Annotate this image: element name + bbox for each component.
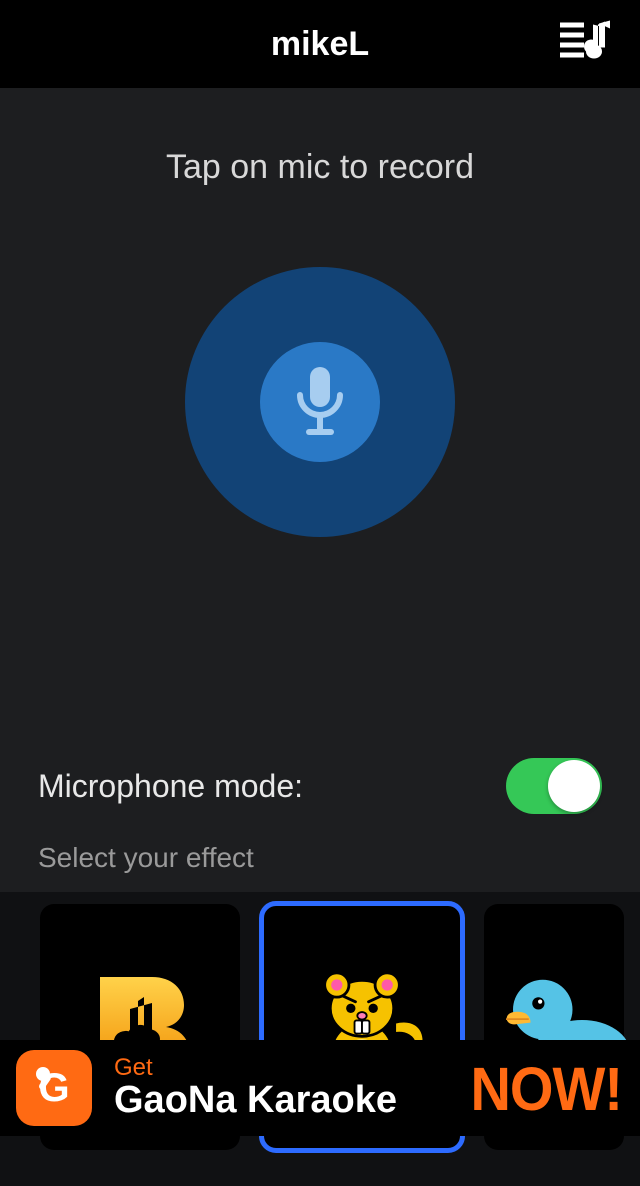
microphone-mode-label: Microphone mode: [38, 768, 303, 805]
toggle-knob [548, 760, 600, 812]
microphone-mode-toggle[interactable] [506, 758, 602, 814]
app-title: mikeL [271, 25, 369, 64]
record-instruction: Tap on mic to record [0, 148, 640, 187]
app-header: mikeL [0, 0, 640, 88]
microphone-icon [260, 342, 380, 462]
ad-text: Get GaoNa Karaoke [114, 1055, 397, 1120]
effects-strip[interactable]: Basic [0, 892, 640, 1186]
ad-app-icon: G [16, 1050, 92, 1126]
record-panel: Tap on mic to record [0, 88, 640, 748]
record-button[interactable] [185, 267, 455, 537]
select-effect-label: Select your effect [0, 842, 640, 874]
ad-app-name: GaoNa Karaoke [114, 1081, 397, 1121]
footer-ad-banner[interactable]: G Get GaoNa Karaoke NOW! [0, 1040, 640, 1136]
ad-get-label: Get [114, 1055, 397, 1080]
microphone-mode-row: Microphone mode: [0, 758, 640, 814]
ad-now-label: NOW! [470, 1052, 622, 1124]
playlist-icon[interactable] [560, 19, 610, 70]
